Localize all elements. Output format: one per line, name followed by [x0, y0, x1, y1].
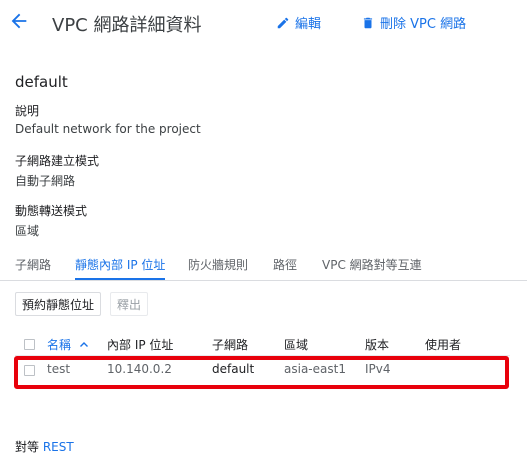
tab-firewall-rules[interactable]: 防火牆規則: [188, 250, 248, 280]
table-header: 名稱 內部 IP 位址 子網路 區域 版本 使用者: [0, 336, 527, 356]
edit-button[interactable]: 編輯: [276, 13, 321, 32]
rest-link[interactable]: REST: [43, 440, 74, 454]
tab-vpc-peering[interactable]: VPC 網路對等互連: [322, 250, 422, 280]
routing-mode-label: 動態轉送模式: [15, 204, 88, 218]
release-button[interactable]: 釋出: [110, 292, 149, 316]
trash-icon: [363, 17, 373, 28]
column-header-region[interactable]: 區域: [284, 336, 308, 353]
tab-static-internal-ip[interactable]: 靜態內部 IP 位址: [75, 250, 165, 280]
subnet-mode-value: 自動子網路: [15, 174, 76, 188]
equivalent-rest: 對等 REST: [15, 438, 74, 455]
routing-mode-value: 區域: [15, 224, 40, 238]
footer-prefix: 對等: [15, 440, 40, 454]
select-all-checkbox[interactable]: [24, 339, 35, 350]
network-name: default: [15, 73, 68, 91]
tab-subnets[interactable]: 子網路: [15, 250, 51, 280]
column-name-label: 名稱: [47, 338, 72, 352]
column-header-name[interactable]: 名稱: [47, 336, 89, 353]
page-title: VPC 網路詳細資料: [52, 15, 202, 36]
column-header-version[interactable]: 版本: [365, 336, 389, 353]
tab-routes[interactable]: 路徑: [273, 250, 297, 280]
column-header-user[interactable]: 使用者: [425, 336, 461, 353]
description-label: 說明: [15, 104, 40, 118]
pencil-icon: [277, 17, 289, 28]
subnet-mode-label: 子網路建立模式: [15, 154, 100, 168]
tab-bar: 子網路 靜態內部 IP 位址 防火牆規則 路徑 VPC 網路對等互連: [0, 250, 527, 281]
column-header-subnet[interactable]: 子網路: [212, 336, 248, 353]
column-header-internal-ip[interactable]: 內部 IP 位址: [107, 336, 173, 353]
delete-label: 刪除 VPC 網路: [380, 17, 467, 32]
sort-ascending-icon: [79, 339, 89, 353]
highlight-box: [14, 356, 509, 389]
reserve-static-address-button[interactable]: 預約靜態位址: [15, 292, 102, 316]
edit-label: 編輯: [295, 17, 322, 32]
description-value: Default network for the project: [15, 122, 201, 136]
tabs-divider: [0, 280, 527, 281]
back-arrow-icon[interactable]: [8, 10, 30, 32]
delete-network-button[interactable]: 刪除 VPC 網路: [361, 13, 466, 32]
